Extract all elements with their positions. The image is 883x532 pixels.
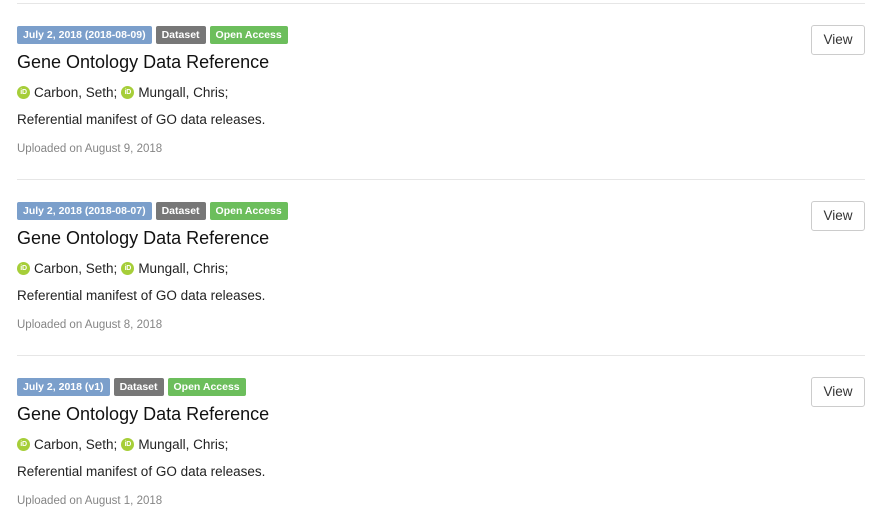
record-description: Referential manifest of GO data releases… xyxy=(17,288,266,303)
record-description: Referential manifest of GO data releases… xyxy=(17,112,266,127)
upload-date: Uploaded on August 1, 2018 xyxy=(17,495,163,507)
record-authors: iD Carbon, Seth; iD Mungall, Chris; xyxy=(17,436,232,452)
resource-type-badge[interactable]: Dataset xyxy=(113,378,164,396)
record-badges: July 2, 2018 (v1) Dataset Open Access xyxy=(17,378,246,396)
record-badges: July 2, 2018 (2018-08-07) Dataset Open A… xyxy=(17,202,288,220)
record-authors: iD Carbon, Seth; iD Mungall, Chris; xyxy=(17,260,232,276)
record-title-link[interactable]: Gene Ontology Data Reference xyxy=(17,228,269,249)
upload-date: Uploaded on August 8, 2018 xyxy=(17,319,163,331)
search-result-record: July 2, 2018 (2018-08-07) Dataset Open A… xyxy=(17,180,865,356)
resource-type-badge[interactable]: Dataset xyxy=(155,202,206,220)
author-name: Carbon, Seth; xyxy=(34,436,118,452)
author-name: Carbon, Seth; xyxy=(34,260,118,276)
record-authors: iD Carbon, Seth; iD Mungall, Chris; xyxy=(17,84,232,100)
orcid-icon[interactable]: iD xyxy=(17,437,30,451)
search-result-record: July 2, 2018 (2018-08-09) Dataset Open A… xyxy=(17,4,865,180)
upload-date: Uploaded on August 9, 2018 xyxy=(17,143,163,155)
version-date-badge[interactable]: July 2, 2018 (2018-08-09) xyxy=(17,26,152,44)
record-title-link[interactable]: Gene Ontology Data Reference xyxy=(17,52,269,73)
view-button[interactable]: View xyxy=(811,25,865,55)
access-right-badge[interactable]: Open Access xyxy=(209,202,288,220)
orcid-icon[interactable]: iD xyxy=(121,261,135,275)
orcid-icon[interactable]: iD xyxy=(121,437,135,451)
version-date-badge[interactable]: July 2, 2018 (v1) xyxy=(17,378,110,396)
version-date-badge[interactable]: July 2, 2018 (2018-08-07) xyxy=(17,202,152,220)
access-right-badge[interactable]: Open Access xyxy=(209,26,288,44)
author-name: Mungall, Chris; xyxy=(138,260,229,276)
orcid-icon[interactable]: iD xyxy=(17,85,30,99)
search-result-record: July 2, 2018 (v1) Dataset Open Access Ge… xyxy=(17,356,865,532)
view-button[interactable]: View xyxy=(811,377,865,407)
author-name: Carbon, Seth; xyxy=(34,84,118,100)
orcid-icon[interactable]: iD xyxy=(121,85,135,99)
author-name: Mungall, Chris; xyxy=(138,84,229,100)
record-description: Referential manifest of GO data releases… xyxy=(17,464,266,479)
resource-type-badge[interactable]: Dataset xyxy=(155,26,206,44)
orcid-icon[interactable]: iD xyxy=(17,261,30,275)
record-badges: July 2, 2018 (2018-08-09) Dataset Open A… xyxy=(17,26,288,44)
author-name: Mungall, Chris; xyxy=(138,436,229,452)
access-right-badge[interactable]: Open Access xyxy=(167,378,246,396)
view-button[interactable]: View xyxy=(811,201,865,231)
record-title-link[interactable]: Gene Ontology Data Reference xyxy=(17,404,269,425)
